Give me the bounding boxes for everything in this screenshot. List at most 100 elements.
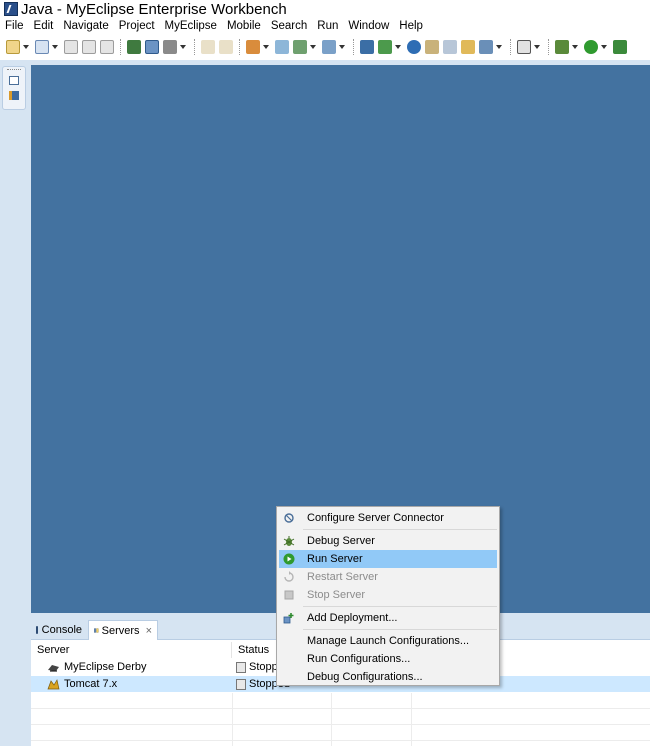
menu-item-run-server[interactable]: Run Server [279, 550, 497, 568]
new-dropdown-icon[interactable] [23, 45, 29, 49]
terminal-icon[interactable] [517, 40, 531, 54]
menu-item-run-configurations[interactable]: Run Configurations... [279, 650, 497, 668]
server-icon[interactable] [360, 40, 374, 54]
toolbar-separator [120, 39, 121, 55]
menu-item-label: Debug Server [307, 535, 375, 547]
menu-separator [303, 529, 497, 530]
toolbar-separator [510, 39, 511, 55]
bug-icon [283, 536, 295, 546]
main-toolbar [0, 34, 650, 60]
new-wizard-dropdown-icon[interactable] [52, 45, 58, 49]
menu-item-restart-server[interactable]: Restart Server [279, 568, 497, 586]
menu-item-manage-launch-configurations[interactable]: Manage Launch Configurations... [279, 632, 497, 650]
search-db-icon[interactable] [322, 40, 336, 54]
toolbar-separator [353, 39, 354, 55]
web-dropdown-icon[interactable] [263, 45, 269, 49]
empty-table-row [31, 725, 650, 741]
mobile-icon[interactable] [479, 40, 493, 54]
menu-separator [303, 606, 497, 607]
save-icon[interactable] [64, 40, 78, 54]
run-dropdown-icon[interactable] [601, 45, 607, 49]
debug-icon[interactable] [555, 40, 569, 54]
left-trim-stack [2, 66, 26, 110]
grid-line [232, 693, 233, 746]
run-server-dropdown-icon[interactable] [395, 45, 401, 49]
server-context-menu: Configure Server Connector Debug Server … [276, 506, 500, 686]
debug-dropdown-icon[interactable] [572, 45, 578, 49]
folder-icon[interactable] [425, 40, 439, 54]
trim-grip[interactable] [7, 69, 21, 70]
empty-table-row [31, 693, 650, 709]
search-db-dropdown-icon[interactable] [339, 45, 345, 49]
hammer-icon[interactable] [163, 40, 177, 54]
menu-run[interactable]: Run [317, 20, 338, 32]
menu-item-debug-configurations[interactable]: Debug Configurations... [279, 668, 497, 686]
grid-line [331, 693, 332, 746]
globe-icon[interactable] [407, 40, 421, 54]
menu-myeclipse[interactable]: MyEclipse [165, 20, 217, 32]
web-icon[interactable] [246, 40, 260, 54]
menu-item-label: Run Server [307, 553, 363, 565]
server-name: Tomcat 7.x [64, 678, 118, 690]
menu-item-debug-server[interactable]: Debug Server [279, 532, 497, 550]
title-bar: Java - MyEclipse Enterprise Workbench [0, 0, 650, 18]
tab-console-label: Console [41, 624, 82, 636]
package-explorer-icon[interactable] [9, 91, 19, 100]
terminal-dropdown-icon[interactable] [534, 45, 540, 49]
column-header-server[interactable]: Server [31, 642, 232, 658]
menu-navigate[interactable]: Navigate [63, 20, 108, 32]
tab-servers-label: Servers [101, 624, 140, 637]
tomcat-icon [47, 678, 60, 689]
compare-icon[interactable] [443, 40, 457, 54]
print-icon[interactable] [100, 40, 114, 54]
menu-item-label: Manage Launch Configurations... [307, 635, 470, 647]
deploy-project-icon[interactable] [127, 40, 141, 54]
save-all-icon[interactable] [82, 40, 96, 54]
run-server-icon[interactable] [378, 40, 392, 54]
deploy-icon [283, 613, 294, 624]
menu-search[interactable]: Search [271, 20, 307, 32]
close-icon[interactable]: × [146, 625, 152, 637]
menu-item-label: Configure Server Connector [307, 512, 444, 524]
undo-icon[interactable] [201, 40, 215, 54]
restore-icon[interactable] [9, 76, 19, 85]
external-tools-icon[interactable] [613, 40, 627, 54]
db-icon[interactable] [293, 40, 307, 54]
browser-icon[interactable] [275, 40, 289, 54]
menu-edit[interactable]: Edit [34, 20, 54, 32]
stopped-status-icon [236, 678, 246, 690]
mobile-dropdown-icon[interactable] [496, 45, 502, 49]
run-icon[interactable] [584, 40, 598, 54]
new-icon[interactable] [6, 40, 20, 54]
db-dropdown-icon[interactable] [310, 45, 316, 49]
menu-item-label: Debug Configurations... [307, 671, 423, 683]
report-icon[interactable] [461, 40, 475, 54]
menu-window[interactable]: Window [348, 20, 389, 32]
window-title: Java - MyEclipse Enterprise Workbench [21, 0, 287, 18]
menu-item-label: Add Deployment... [307, 612, 398, 624]
menu-help[interactable]: Help [399, 20, 423, 32]
menu-item-label: Run Configurations... [307, 653, 411, 665]
menu-item-add-deployment[interactable]: Add Deployment... [279, 609, 497, 627]
server-status: Stopp [249, 661, 278, 673]
menu-item-label: Stop Server [307, 589, 366, 601]
connector-icon [284, 513, 294, 523]
tab-console[interactable]: Console [31, 620, 87, 640]
menu-item-configure-server-connector[interactable]: Configure Server Connector [279, 509, 497, 527]
tab-servers[interactable]: Servers × [88, 620, 158, 640]
new-wizard-icon[interactable] [35, 40, 49, 54]
empty-table-row [31, 709, 650, 725]
menu-project[interactable]: Project [119, 20, 155, 32]
menu-file[interactable]: File [5, 20, 24, 32]
manage-deployments-icon[interactable] [145, 40, 159, 54]
server-cell: Tomcat 7.x [31, 676, 232, 692]
restart-icon [284, 571, 294, 582]
run-icon [283, 553, 295, 565]
menu-item-stop-server[interactable]: Stop Server [279, 586, 497, 604]
console-icon [36, 626, 38, 634]
redo-icon[interactable] [219, 40, 233, 54]
hammer-dropdown-icon[interactable] [180, 45, 186, 49]
server-cell: MyEclipse Derby [31, 659, 232, 675]
toolbar-separator [548, 39, 549, 55]
menu-mobile[interactable]: Mobile [227, 20, 261, 32]
